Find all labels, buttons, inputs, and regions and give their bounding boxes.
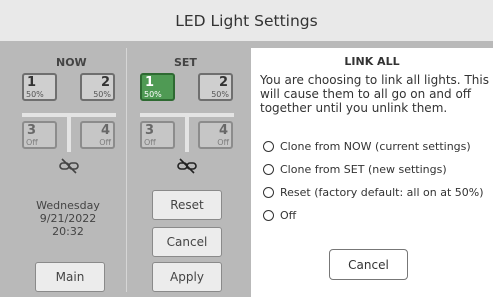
option-label: Clone from SET (new settings)	[280, 163, 447, 176]
light-level: Off	[99, 138, 111, 147]
light-level: 50%	[26, 90, 44, 99]
date-time: 20:32	[52, 225, 84, 238]
light-level: 50%	[211, 90, 229, 99]
cancel-button[interactable]: Cancel	[152, 227, 222, 257]
set-light-1[interactable]: 1 50%	[140, 73, 175, 101]
unlinked-chain-icon[interactable]	[176, 158, 198, 174]
link-all-message: You are choosing to link all lights. Thi…	[260, 73, 489, 115]
set-light-4[interactable]: 4 Off	[198, 121, 233, 149]
option-clone-set[interactable]: Clone from SET (new settings)	[263, 163, 447, 176]
radio-icon[interactable]	[263, 210, 274, 221]
main-button-label: Main	[55, 270, 85, 284]
light-number: 4	[218, 123, 228, 138]
app-window: LED Light Settings NOW 1 50% 2 50% 3 Off…	[0, 0, 493, 297]
column-divider	[126, 48, 127, 292]
radio-icon[interactable]	[263, 141, 274, 152]
light-level: Off	[217, 138, 229, 147]
now-light-1: 1 50%	[22, 73, 57, 101]
title-bar: LED Light Settings	[0, 0, 493, 41]
light-number: 2	[100, 75, 110, 90]
apply-button[interactable]: Apply	[152, 262, 222, 292]
apply-button-label: Apply	[170, 270, 204, 284]
now-light-3: 3 Off	[22, 121, 57, 149]
light-level: Off	[144, 138, 156, 147]
date-date: 9/21/2022	[39, 212, 97, 225]
light-level: 50%	[144, 90, 162, 99]
light-level: Off	[26, 138, 38, 147]
now-link-stem	[67, 117, 71, 152]
option-label: Clone from NOW (current settings)	[280, 140, 471, 153]
link-all-title: LINK ALL	[344, 55, 400, 68]
set-column-label: SET	[174, 56, 197, 69]
link-cancel-label: Cancel	[348, 257, 389, 272]
radio-icon[interactable]	[263, 187, 274, 198]
now-light-2: 2 50%	[80, 73, 115, 101]
link-cancel-button[interactable]: Cancel	[329, 249, 408, 280]
link-all-panel: LINK ALL You are choosing to link all li…	[251, 48, 493, 297]
reset-button-label: Reset	[170, 198, 204, 212]
light-level: 50%	[93, 90, 111, 99]
option-reset[interactable]: Reset (factory default: all on at 50%)	[263, 186, 484, 199]
set-light-3[interactable]: 3 Off	[140, 121, 175, 149]
radio-icon[interactable]	[263, 164, 274, 175]
option-label: Off	[280, 209, 297, 222]
unlinked-chain-icon	[59, 158, 79, 174]
option-label: Reset (factory default: all on at 50%)	[280, 186, 484, 199]
light-number: 3	[27, 123, 37, 138]
cancel-button-label: Cancel	[166, 235, 208, 249]
now-column-label: NOW	[56, 56, 87, 69]
option-off[interactable]: Off	[263, 209, 296, 222]
light-number: 1	[27, 75, 37, 90]
light-number: 1	[145, 75, 155, 90]
set-light-2[interactable]: 2 50%	[198, 73, 233, 101]
page-title: LED Light Settings	[175, 11, 318, 30]
light-number: 3	[145, 123, 155, 138]
main-button[interactable]: Main	[35, 262, 105, 292]
light-number: 4	[100, 123, 110, 138]
light-number: 2	[218, 75, 228, 90]
date-day: Wednesday	[36, 199, 100, 212]
set-link-stem	[185, 117, 189, 152]
option-clone-now[interactable]: Clone from NOW (current settings)	[263, 140, 471, 153]
reset-button[interactable]: Reset	[152, 190, 222, 220]
now-light-4: 4 Off	[80, 121, 115, 149]
